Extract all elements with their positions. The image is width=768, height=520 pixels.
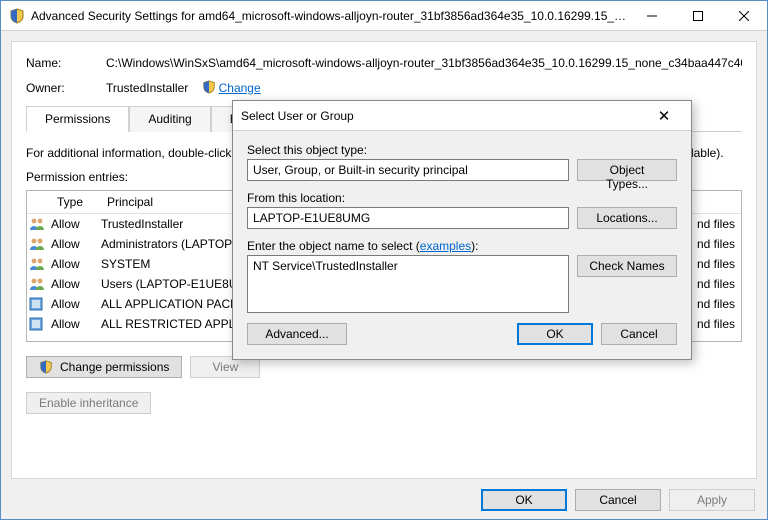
titlebar: Advanced Security Settings for amd64_mic…	[1, 1, 767, 31]
row-type: Allow	[51, 297, 101, 311]
dialog-cancel-button[interactable]: Cancel	[601, 323, 677, 345]
people-icon	[29, 277, 51, 291]
object-name-input[interactable]	[247, 255, 569, 313]
minimize-button[interactable]	[629, 1, 675, 31]
examples-link[interactable]: examples	[420, 239, 471, 253]
object-type-input[interactable]	[247, 159, 569, 181]
shield-icon	[39, 360, 53, 374]
locations-button[interactable]: Locations...	[577, 207, 677, 229]
object-type-label: Select this object type:	[247, 143, 677, 157]
name-value: C:\Windows\WinSxS\amd64_microsoft-window…	[106, 56, 742, 70]
location-input[interactable]	[247, 207, 569, 229]
row-applies: nd files	[686, 317, 741, 331]
row-applies: nd files	[686, 217, 741, 231]
enter-name-text: Enter the object name to select	[247, 239, 412, 253]
owner-label: Owner:	[26, 81, 106, 95]
row-applies: nd files	[686, 277, 741, 291]
package-icon	[29, 297, 51, 311]
location-label: From this location:	[247, 191, 677, 205]
check-names-button[interactable]: Check Names	[577, 255, 677, 277]
change-owner-link[interactable]: Change	[219, 81, 261, 95]
cancel-button[interactable]: Cancel	[575, 489, 661, 511]
select-user-dialog: Select User or Group ✕ Select this objec…	[232, 100, 692, 360]
row-applies: nd files	[686, 257, 741, 271]
dialog-titlebar: Select User or Group ✕	[233, 101, 691, 131]
object-types-button[interactable]: Object Types...	[577, 159, 677, 181]
change-permissions-button[interactable]: Change permissions	[26, 356, 182, 378]
row-applies: nd files	[686, 237, 741, 251]
ok-button[interactable]: OK	[481, 489, 567, 511]
col-type[interactable]: Type	[51, 191, 101, 213]
package-icon	[29, 317, 51, 331]
enter-name-label: Enter the object name to select (example…	[247, 239, 677, 253]
shield-icon	[202, 80, 216, 94]
apply-button: Apply	[669, 489, 755, 511]
name-label: Name:	[26, 56, 106, 70]
owner-value: TrustedInstaller Change	[106, 80, 742, 95]
row-applies: nd files	[686, 297, 741, 311]
dialog-close-button[interactable]: ✕	[645, 107, 683, 125]
row-type: Allow	[51, 277, 101, 291]
people-icon	[29, 237, 51, 251]
dialog-title: Select User or Group	[241, 109, 645, 123]
owner-text: TrustedInstaller	[106, 81, 188, 95]
tab-permissions[interactable]: Permissions	[26, 106, 129, 132]
tab-auditing[interactable]: Auditing	[129, 106, 210, 132]
enable-inheritance-button: Enable inheritance	[26, 392, 151, 414]
advanced-button[interactable]: Advanced...	[247, 323, 347, 345]
row-type: Allow	[51, 317, 101, 331]
close-button[interactable]	[721, 1, 767, 31]
maximize-button[interactable]	[675, 1, 721, 31]
people-icon	[29, 217, 51, 231]
change-permissions-label: Change permissions	[60, 360, 169, 374]
security-icon	[9, 8, 25, 24]
window-title: Advanced Security Settings for amd64_mic…	[31, 9, 629, 23]
dialog-ok-button[interactable]: OK	[517, 323, 593, 345]
window-controls	[629, 1, 767, 31]
window-footer: OK Cancel Apply	[481, 489, 755, 511]
row-type: Allow	[51, 217, 101, 231]
people-icon	[29, 257, 51, 271]
row-type: Allow	[51, 257, 101, 271]
row-type: Allow	[51, 237, 101, 251]
